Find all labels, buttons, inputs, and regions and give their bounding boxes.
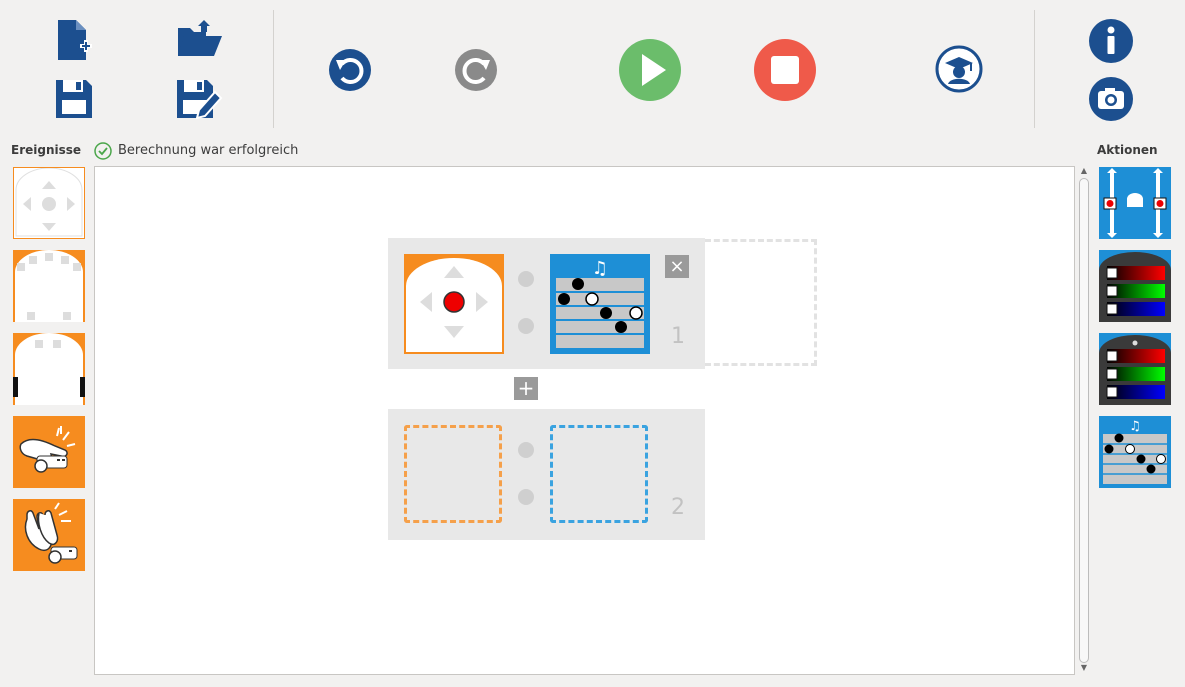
front-proximity-event-tile[interactable] <box>13 250 85 322</box>
screenshot-button[interactable] <box>1088 76 1134 126</box>
actions-panel-title: Aktionen <box>1097 143 1158 157</box>
event-action-pair-2: 2 <box>388 409 705 540</box>
open-folder-icon <box>178 20 222 56</box>
add-pair-button[interactable]: + <box>514 377 538 400</box>
save-button[interactable] <box>54 78 94 124</box>
event-action-pair-1: ♫ × 1 <box>388 238 705 369</box>
motors-icon <box>1103 168 1167 238</box>
connector-dot <box>518 442 534 458</box>
bottom-color-icon <box>1099 335 1171 405</box>
undo-button[interactable] <box>328 48 372 96</box>
scrollbar-thumb[interactable] <box>1079 178 1089 663</box>
open-file-button[interactable] <box>176 18 224 62</box>
redo-button[interactable] <box>454 48 498 96</box>
connector-dot <box>518 318 534 334</box>
buttons-event-tile[interactable] <box>13 167 85 239</box>
info-icon <box>1089 19 1133 63</box>
check-circle-icon <box>94 142 112 164</box>
music-icon: ♫ <box>556 258 644 348</box>
clap-hands-icon <box>24 502 78 564</box>
ground-proximity-icon <box>13 333 85 405</box>
stop-icon <box>754 39 816 101</box>
save-as-button[interactable] <box>175 78 223 124</box>
vertical-scrollbar[interactable]: ▲ ▼ <box>1078 166 1090 675</box>
row-number: 1 <box>671 324 685 349</box>
connector-dot <box>518 271 534 287</box>
empty-action-slot[interactable] <box>705 239 817 366</box>
info-button[interactable] <box>1088 18 1134 68</box>
bottom-color-action-tile[interactable] <box>1099 333 1171 405</box>
graduation-cap-icon <box>935 45 983 93</box>
save-icon <box>56 80 92 118</box>
program-canvas[interactable]: ♫ × 1 + 2 <box>94 166 1075 675</box>
top-color-action-tile[interactable] <box>1099 250 1171 322</box>
run-button[interactable] <box>618 38 682 106</box>
buttons-event-block[interactable] <box>404 254 504 354</box>
motors-action-tile[interactable] <box>1099 167 1171 239</box>
play-icon <box>619 39 681 101</box>
scroll-up-icon[interactable]: ▲ <box>1080 166 1088 178</box>
ground-proximity-event-tile[interactable] <box>13 333 85 405</box>
clap-event-tile[interactable] <box>13 499 85 571</box>
tap-hand-icon <box>19 426 76 473</box>
music-icon: ♫ <box>1103 419 1167 484</box>
advanced-mode-button[interactable] <box>935 45 983 97</box>
toolbar-separator <box>273 10 274 128</box>
new-file-button[interactable] <box>56 18 96 66</box>
tap-event-tile[interactable] <box>13 416 85 488</box>
new-file-icon <box>58 20 92 60</box>
toolbar-separator <box>1034 10 1035 128</box>
camera-icon <box>1089 77 1133 121</box>
row-number: 2 <box>671 495 685 520</box>
remove-pair-button[interactable]: × <box>665 255 689 278</box>
scroll-down-icon[interactable]: ▼ <box>1080 663 1088 675</box>
buttons-event-icon <box>406 256 502 352</box>
music-action-tile[interactable]: ♫ <box>1099 416 1171 488</box>
top-color-icon <box>1099 252 1171 322</box>
front-proximity-icon <box>15 250 83 322</box>
save-as-icon <box>177 80 223 120</box>
music-action-block[interactable]: ♫ <box>550 254 650 354</box>
events-panel-title: Ereignisse <box>11 143 82 157</box>
connector-dot <box>518 489 534 505</box>
redo-icon <box>455 49 497 91</box>
svg-text:♫: ♫ <box>1129 419 1141 434</box>
stop-button[interactable] <box>753 38 817 106</box>
empty-event-slot[interactable] <box>404 425 502 523</box>
undo-icon <box>329 49 371 91</box>
buttons-event-icon <box>15 167 83 237</box>
empty-action-slot[interactable] <box>550 425 648 523</box>
svg-text:♫: ♫ <box>592 258 608 279</box>
status-message: Berechnung war erfolgreich <box>118 143 299 158</box>
